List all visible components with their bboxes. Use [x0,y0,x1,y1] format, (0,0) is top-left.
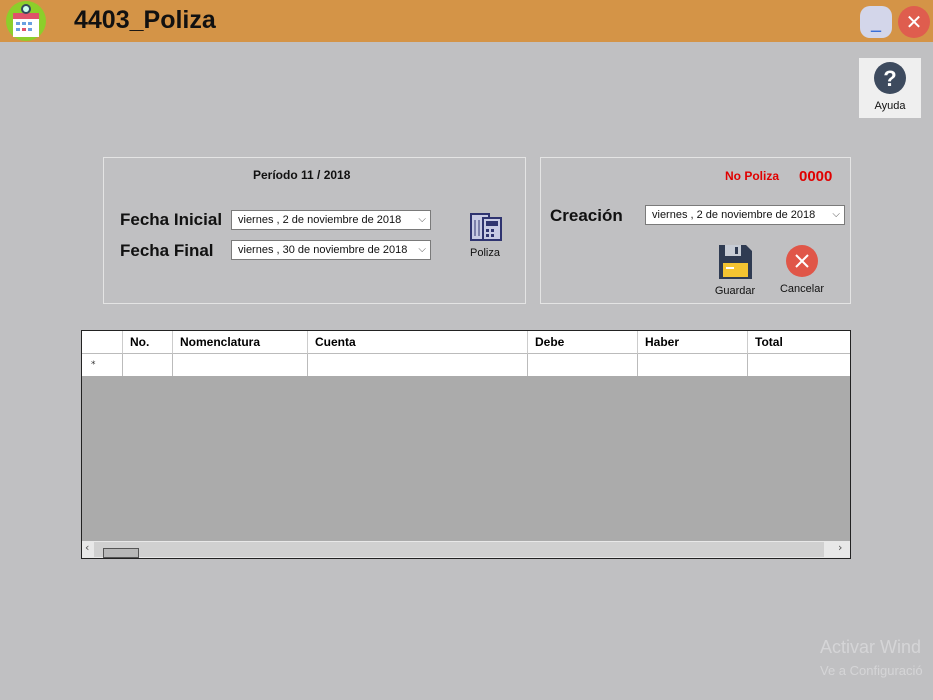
chevron-down-icon: ⌵ [832,209,840,220]
cell-debe[interactable] [528,354,638,376]
chevron-down-icon: ⌵ [418,214,426,225]
scroll-thumb[interactable] [103,548,139,558]
scroll-left-arrow-icon[interactable]: ‹ [85,541,89,554]
close-button[interactable]: ✕ [898,6,930,38]
column-header-total[interactable]: Total [748,331,850,354]
help-button[interactable]: ? Ayuda [859,58,921,118]
guardar-button[interactable]: Guardar [710,243,760,299]
fecha-final-value: viernes , 30 de noviembre de 2018 [238,244,408,256]
fecha-final-picker[interactable]: viernes , 30 de noviembre de 2018 ⌵ [231,240,431,260]
cell-cuenta[interactable] [308,354,528,376]
periodo-label: Período 11 / 2018 [253,168,351,182]
creacion-value: viernes , 2 de noviembre de 2018 [652,209,816,221]
guardar-label: Guardar [714,285,756,297]
column-header-debe[interactable]: Debe [528,331,638,354]
column-header-no[interactable]: No. [123,331,173,354]
new-row-marker: * [82,354,123,376]
column-header-haber[interactable]: Haber [638,331,748,354]
poliza-data-grid[interactable]: No. Nomenclatura Cuenta Debe Haber Total… [81,330,851,559]
svg-text:?: ? [883,66,896,91]
poliza-label: Poliza [470,247,500,259]
cell-total[interactable] [748,354,850,376]
chevron-down-icon: ⌵ [418,244,426,255]
creacion-picker[interactable]: viernes , 2 de noviembre de 2018 ⌵ [645,205,845,225]
activation-watermark-subtitle: Ve a Configuració [820,663,923,678]
cell-nomenclatura[interactable] [173,354,308,376]
fecha-final-label: Fecha Final [120,241,214,260]
scroll-track[interactable] [94,542,824,557]
cell-no[interactable] [123,354,173,376]
activation-watermark-title: Activar Wind [820,637,922,657]
fecha-inicial-picker[interactable]: viernes , 2 de noviembre de 2018 ⌵ [231,210,431,230]
calendar-logo-icon [6,1,46,41]
cancelar-button[interactable]: Cancelar [776,243,828,299]
fecha-inicial-label: Fecha Inicial [120,210,223,229]
row-header-corner [82,331,123,354]
calculator-document-icon [470,213,502,241]
window-title: 4403_Poliza [74,6,216,34]
save-icon [719,245,752,279]
creacion-label: Creación [550,206,623,225]
no-poliza-label: No Poliza [725,169,780,183]
help-label: Ayuda [874,100,906,112]
minimize-button[interactable]: _ [860,6,892,38]
scroll-right-arrow-icon[interactable]: › [838,541,842,554]
poliza-button[interactable]: Poliza [462,205,508,265]
cell-haber[interactable] [638,354,748,376]
column-header-cuenta[interactable]: Cuenta [308,331,528,354]
horizontal-scrollbar[interactable]: ‹ › [82,541,850,558]
column-header-nomenclatura[interactable]: Nomenclatura [173,331,308,354]
cancelar-label: Cancelar [779,283,825,295]
cancel-icon [786,245,818,277]
fecha-inicial-value: viernes , 2 de noviembre de 2018 [238,214,402,226]
no-poliza-value: 0000 [799,168,833,185]
question-icon: ? [874,62,906,94]
